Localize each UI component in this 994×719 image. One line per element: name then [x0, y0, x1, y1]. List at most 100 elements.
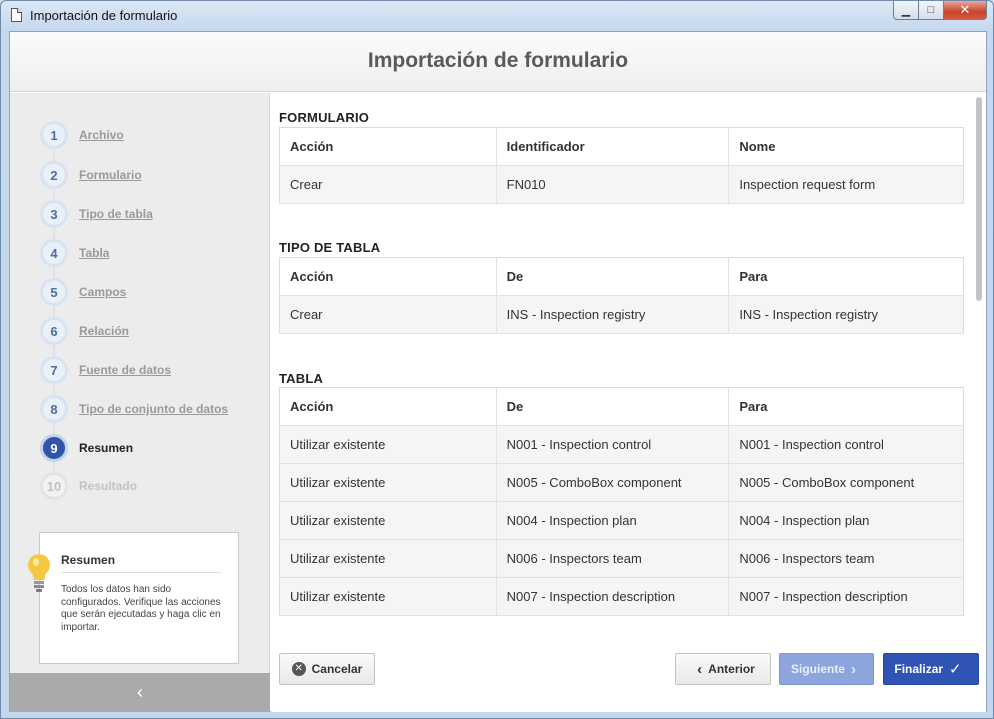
table-cell: N006 - Inspectors team — [728, 539, 964, 578]
step-label[interactable]: Fuente de datos — [79, 363, 171, 377]
step-label[interactable]: Tipo de tabla — [79, 207, 153, 221]
dialog-footer: ✕ Cancelar ‹ Anterior Siguiente › Finali… — [271, 645, 986, 712]
maximize-button[interactable]: □ — [919, 1, 944, 20]
step-label[interactable]: Relación — [79, 324, 129, 338]
lightbulb-icon — [28, 554, 50, 592]
cancel-button-label: Cancelar — [311, 662, 363, 676]
title-bar: Importación de formulario ▁ □ ✕ — [1, 1, 993, 29]
step-number-badge: 10 — [40, 472, 68, 500]
table-cell: Utilizar existente — [279, 463, 497, 502]
dialog-header: Importación de formulario — [10, 32, 986, 92]
step-label[interactable]: Tabla — [79, 246, 109, 260]
table-cell: N006 - Inspectors team — [495, 539, 729, 578]
window-controls: ▁ □ ✕ — [893, 1, 987, 21]
collapse-sidebar-button[interactable]: ‹ — [10, 673, 270, 712]
table-cell: N007 - Inspection description — [728, 577, 964, 616]
step-label: Resumen — [79, 441, 134, 455]
tabla-table: Acción De Para Utilizar existente N001 -… — [279, 387, 964, 616]
step-label: Resultado — [79, 479, 138, 493]
minimize-button[interactable]: ▁ — [893, 1, 919, 20]
dialog-client-area: Importación de formulario 1 Archivo 2 Formu… — [9, 31, 987, 712]
scrollbar-thumb[interactable] — [976, 97, 982, 301]
wizard-step[interactable]: 5 Campos — [40, 277, 126, 307]
column-header: Para — [728, 257, 964, 296]
table-header-row: Acción De Para — [279, 387, 964, 426]
step-label[interactable]: Tipo de conjunto de datos — [79, 402, 228, 416]
table-cell: FN010 — [495, 165, 729, 204]
finish-button-label: Finalizar — [894, 662, 944, 676]
table-cell: Utilizar existente — [279, 577, 497, 616]
step-number-badge: 7 — [40, 356, 68, 384]
table-cell: N007 - Inspection description — [495, 577, 729, 616]
step-number-badge: 8 — [40, 395, 68, 423]
table-cell: Crear — [279, 295, 497, 334]
table-cell: N004 - Inspection plan — [728, 501, 964, 540]
table-cell: Utilizar existente — [279, 501, 497, 540]
document-icon — [11, 8, 22, 22]
application-window: Importación de formulario ▁ □ ✕ Importac… — [0, 0, 994, 719]
chevron-left-icon: ‹ — [697, 660, 703, 678]
table-cell: Utilizar existente — [279, 425, 497, 464]
wizard-step[interactable]: 8 Tipo de conjunto de datos — [40, 394, 228, 424]
hint-box: Resumen Todos los datos han sido configu… — [28, 532, 239, 664]
tipo-de-tabla-table: Acción De Para Crear INS - Inspection re… — [279, 257, 964, 334]
finish-button[interactable]: Finalizar ✓ — [883, 653, 979, 685]
table-header-row: Acción De Para — [279, 257, 964, 296]
next-button[interactable]: Siguiente › — [779, 653, 874, 685]
column-header: Acción — [279, 387, 497, 426]
step-number-badge: 4 — [40, 239, 68, 267]
table-row: Utilizar existente N001 - Inspection con… — [279, 425, 964, 464]
step-label[interactable]: Campos — [79, 285, 126, 299]
previous-button-label: Anterior — [708, 662, 755, 676]
wizard-step[interactable]: 7 Fuente de datos — [40, 355, 171, 385]
cancel-button[interactable]: ✕ Cancelar — [279, 653, 375, 685]
column-header: Acción — [279, 257, 497, 296]
column-header: Identificador — [495, 127, 729, 166]
table-cell: INS - Inspection registry — [728, 295, 964, 334]
table-cell: INS - Inspection registry — [495, 295, 729, 334]
step-label[interactable]: Formulario — [79, 168, 142, 182]
window-title: Importación de formulario — [30, 8, 178, 23]
section-title-formulario: FORMULARIO — [279, 110, 370, 125]
table-cell: Inspection request form — [728, 165, 964, 204]
table-cell: N005 - ComboBox component — [728, 463, 964, 502]
page-title: Importación de formulario — [367, 49, 629, 72]
table-cell: N001 - Inspection control — [728, 425, 964, 464]
wizard-step[interactable]: 6 Relación — [40, 316, 129, 346]
wizard-step[interactable]: 4 Tabla — [40, 238, 109, 268]
previous-button[interactable]: ‹ Anterior — [675, 653, 771, 685]
column-header: De — [495, 257, 729, 296]
step-number-badge: 2 — [40, 161, 68, 189]
wizard-step[interactable]: 3 Tipo de tabla — [40, 199, 153, 229]
wizard-step: 10 Resultado — [40, 471, 137, 501]
wizard-step: 9 Resumen — [40, 433, 133, 463]
chevron-right-icon: › — [851, 660, 856, 678]
table-header-row: Acción Identificador Nome — [279, 127, 964, 166]
table-cell: Utilizar existente — [279, 539, 497, 578]
next-button-label: Siguiente — [790, 662, 845, 676]
section-title-tabla: TABLA — [279, 371, 324, 386]
step-label[interactable]: Archivo — [79, 128, 124, 142]
wizard-step[interactable]: 1 Archivo — [40, 120, 124, 150]
summary-content: FORMULARIO Acción Identificador Nome Cre… — [271, 93, 986, 645]
close-button[interactable]: ✕ — [944, 1, 987, 20]
table-cell: Crear — [279, 165, 497, 204]
hint-title: Resumen — [61, 553, 221, 573]
column-header: Nome — [728, 127, 964, 166]
table-cell: N005 - ComboBox component — [495, 463, 729, 502]
table-row: Utilizar existente N005 - ComboBox compo… — [279, 463, 964, 502]
step-number-badge: 5 — [40, 278, 68, 306]
column-header: Acción — [279, 127, 497, 166]
section-title-tipo-de-tabla: TIPO DE TABLA — [279, 240, 381, 255]
step-number-badge: 1 — [40, 121, 68, 149]
table-cell: N004 - Inspection plan — [495, 501, 729, 540]
column-header: Para — [728, 387, 964, 426]
close-circle-icon: ✕ — [291, 662, 306, 676]
table-cell: N001 - Inspection control — [495, 425, 729, 464]
table-row: Utilizar existente N006 - Inspectors tea… — [279, 539, 964, 578]
formulario-table: Acción Identificador Nome Crear FN010 In… — [279, 127, 964, 204]
table-row: Crear INS - Inspection registry INS - In… — [279, 295, 964, 334]
chevron-left-icon: ‹ — [137, 682, 143, 702]
wizard-step[interactable]: 2 Formulario — [40, 160, 142, 190]
step-number-badge: 6 — [40, 317, 68, 345]
